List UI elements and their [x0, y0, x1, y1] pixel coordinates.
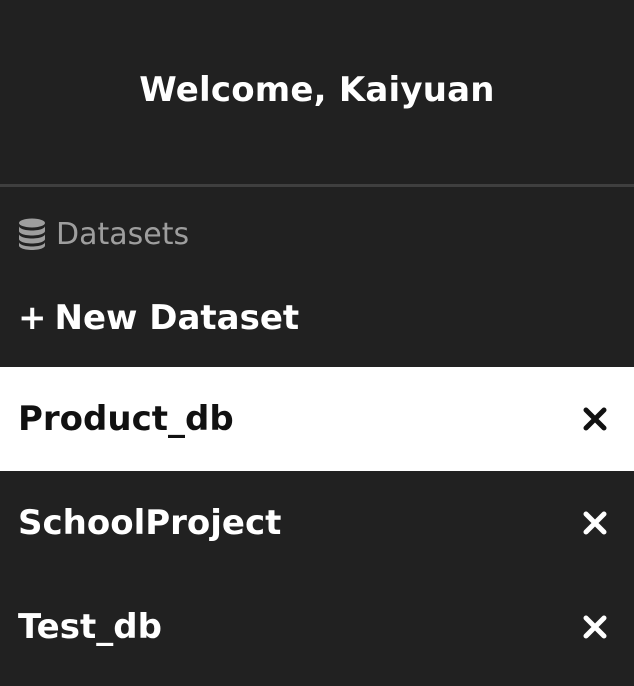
plus-icon: +	[18, 298, 47, 338]
dataset-list: Product_db SchoolProject Test_db	[0, 367, 634, 679]
sidebar: Welcome, Kaiyuan Datasets + New Dataset …	[0, 0, 634, 686]
datasets-section-label: Datasets	[0, 187, 634, 277]
dataset-item-schoolproject[interactable]: SchoolProject	[0, 471, 634, 575]
welcome-message: Welcome, Kaiyuan	[139, 70, 495, 110]
close-icon[interactable]	[582, 614, 608, 640]
close-icon[interactable]	[582, 510, 608, 536]
sidebar-header: Welcome, Kaiyuan	[0, 0, 634, 187]
dataset-name: Product_db	[18, 399, 234, 439]
datasets-label: Datasets	[56, 216, 190, 252]
database-icon	[19, 218, 45, 250]
new-dataset-button[interactable]: + New Dataset	[0, 277, 634, 367]
dataset-name: Test_db	[18, 607, 162, 647]
close-icon[interactable]	[582, 406, 608, 432]
new-dataset-label: New Dataset	[54, 298, 300, 338]
dataset-name: SchoolProject	[18, 503, 282, 543]
dataset-item-product-db[interactable]: Product_db	[0, 367, 634, 471]
dataset-item-test-db[interactable]: Test_db	[0, 575, 634, 679]
